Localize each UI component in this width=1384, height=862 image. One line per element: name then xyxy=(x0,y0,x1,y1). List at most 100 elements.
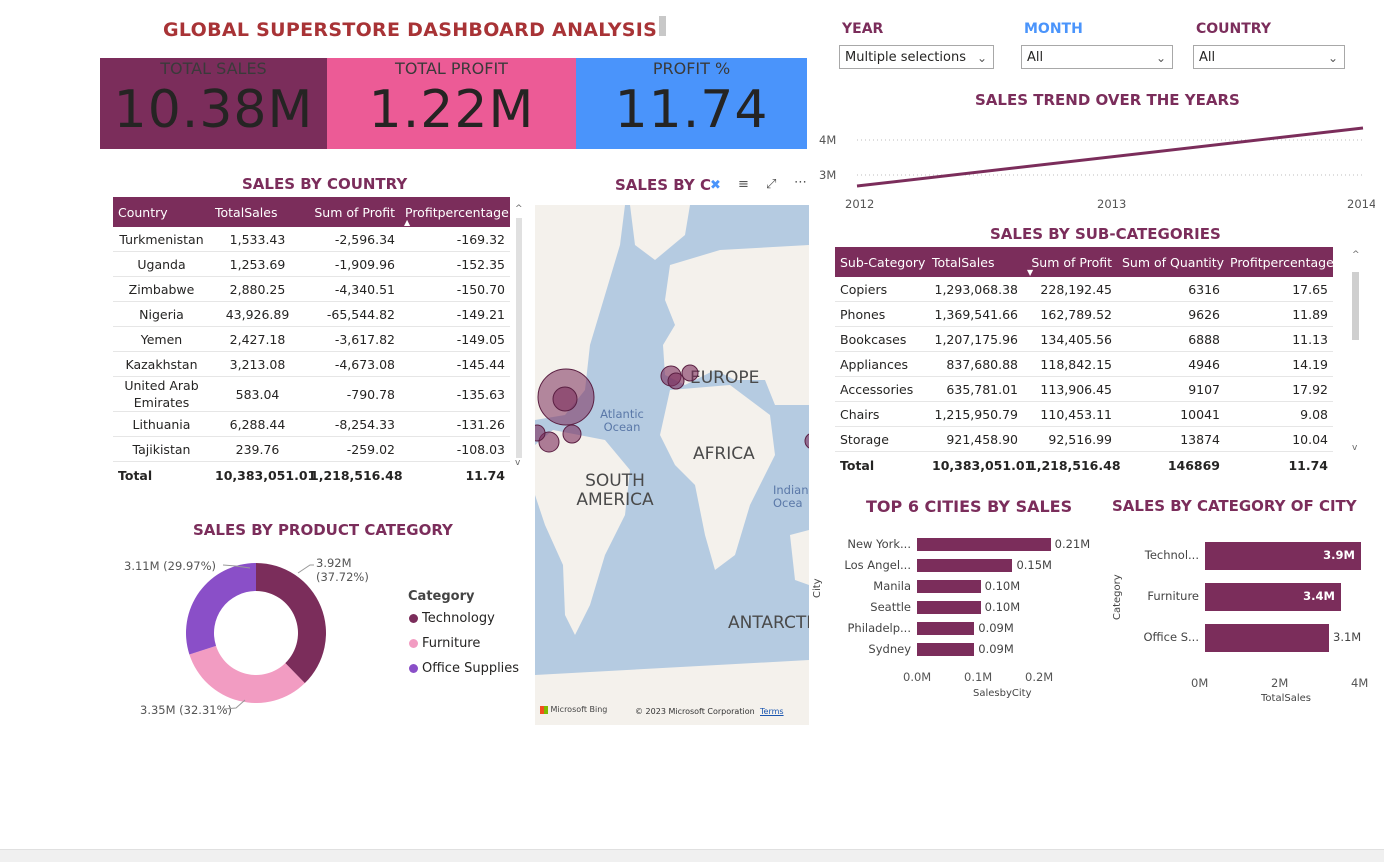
kpi-profit-pct[interactable]: PROFIT % 11.74 xyxy=(576,58,807,149)
table-row[interactable]: Bookcases 1,207,175.96 134,405.56 6888 11.13 xyxy=(835,326,1333,352)
bar-value-label: 0.21M xyxy=(1054,536,1091,551)
total-cell: Total xyxy=(835,451,927,478)
map-bubble xyxy=(562,424,582,444)
table-cell: Phones xyxy=(835,301,927,327)
table-row[interactable]: Storage 921,458.90 92,516.99 13874 10.04 xyxy=(835,426,1333,452)
bar-category-label: Philadelp... xyxy=(847,620,912,635)
bar-category-label: New York... xyxy=(847,536,911,551)
table-cell: 92,516.99 xyxy=(1023,426,1117,452)
table-cell: -152.35 xyxy=(400,251,510,277)
table-cell: -149.05 xyxy=(400,326,510,352)
leader-line xyxy=(297,564,314,574)
bar[interactable] xyxy=(917,622,975,635)
table-row[interactable]: Chairs 1,215,950.79 110,453.11 10041 9.08 xyxy=(835,401,1333,427)
leader-line xyxy=(222,564,251,569)
table-cell: 14.19 xyxy=(1225,351,1333,377)
subcat-table[interactable]: Sub-Category TotalSales Sum of Profit ▼ … xyxy=(835,247,1334,478)
table-cell: -149.21 xyxy=(400,301,510,327)
legend-item-office-supplies[interactable]: Office Supplies xyxy=(409,661,519,676)
bar[interactable] xyxy=(1205,624,1329,652)
map-bubble xyxy=(804,433,809,449)
column-header-quantity[interactable]: Sum of Quantity xyxy=(1117,247,1225,277)
bar[interactable] xyxy=(917,538,1051,551)
legend-item-furniture[interactable]: Furniture xyxy=(409,636,480,651)
trend-line xyxy=(856,126,1364,188)
table-row[interactable]: Copiers 1,293,068.38 228,192.45 6316 17.65 xyxy=(835,277,1333,302)
chevron-down-icon: ⌄ xyxy=(1155,51,1166,65)
bar-value-label: 0.15M xyxy=(1016,557,1052,572)
column-header-totalsales[interactable]: TotalSales xyxy=(927,247,1023,277)
subcat-table-scrollbar[interactable]: ^ v xyxy=(1351,250,1360,455)
filter-icon[interactable]: ≡ xyxy=(738,177,749,192)
scroll-down-icon[interactable]: v xyxy=(515,458,520,468)
table-cell: 110,453.11 xyxy=(1023,401,1117,427)
category-city-chart[interactable]: Technol... 3.9M Furniture 3.4M Office S... 3.… xyxy=(1125,530,1380,705)
legend-label: Technology xyxy=(422,611,495,626)
scroll-up-icon[interactable]: ^ xyxy=(1352,250,1360,260)
map-title: SALES BY C xyxy=(615,176,711,194)
kpi-value: 11.74 xyxy=(614,80,769,140)
column-header-profitpct[interactable]: Profitpercentage xyxy=(1225,247,1334,277)
table-cell: 162,789.52 xyxy=(1023,301,1117,327)
table-cell: 17.92 xyxy=(1225,376,1333,402)
country-slicer-value: All xyxy=(1199,50,1216,65)
table-row[interactable]: Accessories 635,781.01 113,906.45 9107 17.92 xyxy=(835,376,1333,402)
windows-logo-icon xyxy=(540,705,548,714)
month-slicer-dropdown[interactable]: All ⌄ xyxy=(1021,45,1173,69)
top-cities-chart[interactable]: New York... 0.21M Los Angel... 0.15M Manila 0… xyxy=(815,530,1095,705)
column-header-subcategory[interactable]: Sub-Category xyxy=(835,247,927,277)
month-slicer-label: MONTH xyxy=(1024,21,1083,37)
x-tick-label: 0.0M xyxy=(903,670,932,684)
table-cell: Accessories xyxy=(835,376,927,402)
country-table-scrollbar[interactable]: ^ v xyxy=(515,204,523,468)
scrollbar-thumb[interactable] xyxy=(516,218,522,458)
bar-value-label: 3.4M xyxy=(1303,589,1335,603)
more-options-icon[interactable]: ⋯ xyxy=(794,175,807,190)
table-cell: -131.26 xyxy=(400,411,510,437)
category-city-ylabel: Category xyxy=(1112,574,1123,620)
legend-item-technology[interactable]: Technology xyxy=(409,611,495,626)
bar[interactable] xyxy=(917,580,981,593)
bar-value-label: 0.10M xyxy=(984,599,1021,614)
sort-asc-icon: ▲ xyxy=(404,218,411,227)
column-header-profit[interactable]: Sum of Profit ▼ xyxy=(1023,247,1117,277)
scroll-down-icon[interactable]: v xyxy=(1352,443,1357,453)
table-row[interactable]: Phones 1,369,541.66 162,789.52 9626 11.89 xyxy=(835,301,1333,327)
bar-category-label: Furniture xyxy=(1147,589,1199,603)
table-cell: 1,215,950.79 xyxy=(927,401,1023,427)
table-cell: 6888 xyxy=(1117,326,1225,352)
scrollbar-thumb[interactable] xyxy=(1352,272,1359,340)
year-slicer-dropdown[interactable]: Multiple selections ⌄ xyxy=(839,45,994,69)
bar[interactable] xyxy=(917,643,975,656)
legend-dot xyxy=(409,664,418,673)
total-cell: 11.74 xyxy=(400,461,510,488)
bar[interactable] xyxy=(917,559,1013,572)
legend-dot xyxy=(409,614,418,623)
x-tick-label: 2M xyxy=(1271,676,1289,690)
table-row[interactable]: Appliances 837,680.88 118,842.15 4946 14.19 xyxy=(835,351,1333,377)
bar-value-label: 0.09M xyxy=(978,620,1014,635)
sales-map[interactable]: EUROPE AFRICA SOUTH AMERICA ANTARCTI Atl… xyxy=(535,205,809,725)
table-cell: 1,369,541.66 xyxy=(927,301,1023,327)
sales-trend-chart[interactable]: 4M 3M 2012 2013 2014 xyxy=(815,125,1375,215)
sales-trend-title: SALES TREND OVER THE YEARS xyxy=(975,91,1240,109)
country-slicer-dropdown[interactable]: All ⌄ xyxy=(1193,45,1345,69)
x-tick-label: 0.2M xyxy=(1025,670,1054,684)
top-cities-ylabel: City xyxy=(812,578,823,598)
bar[interactable] xyxy=(917,601,981,614)
table-cell: 635,781.01 xyxy=(927,376,1023,402)
table-cell: Chairs xyxy=(835,401,927,427)
x-tick-label: 4M xyxy=(1351,676,1369,690)
pin-icon[interactable]: ✖ xyxy=(710,178,721,193)
map-terms-link[interactable]: Terms xyxy=(760,707,784,716)
bar-category-label: Technol... xyxy=(1144,548,1199,562)
focus-mode-icon[interactable]: ⤢ xyxy=(766,177,776,192)
table-cell: -150.70 xyxy=(400,276,510,302)
title-cursor xyxy=(659,16,666,36)
bar-category-label: Los Angel... xyxy=(844,557,911,572)
bing-logo: Microsoft Bing xyxy=(540,705,607,714)
x-tick-label: 0M xyxy=(1191,676,1209,690)
bar-value-label: 3.1M xyxy=(1333,630,1362,644)
scroll-up-icon[interactable]: ^ xyxy=(515,204,523,214)
column-header-profitpct[interactable]: Profitpercentage ▲ xyxy=(400,197,510,227)
